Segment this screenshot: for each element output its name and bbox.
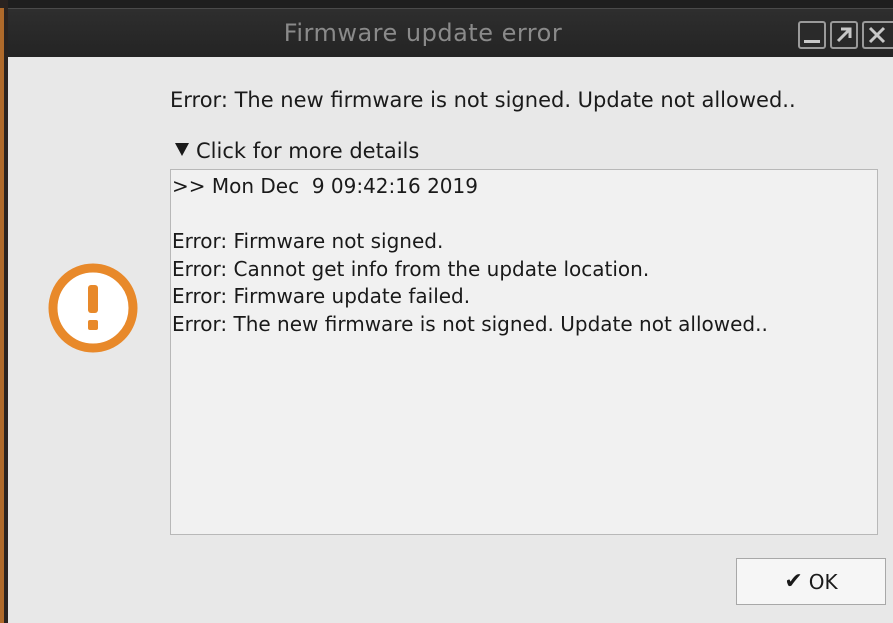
details-line bbox=[172, 201, 877, 229]
minimize-icon bbox=[804, 40, 820, 43]
details-toggle[interactable]: Click for more details bbox=[175, 139, 419, 163]
check-icon: ✔ bbox=[784, 569, 803, 594]
ok-button[interactable]: ✔ OK bbox=[736, 558, 886, 605]
ok-button-label: OK bbox=[808, 569, 838, 594]
details-line: Error: The new firmware is not signed. U… bbox=[172, 311, 768, 336]
title-bar[interactable]: Firmware update error bbox=[8, 8, 893, 57]
triangle-down-icon bbox=[175, 143, 189, 156]
details-toggle-label: Click for more details bbox=[196, 139, 420, 163]
details-line: Error: Firmware update failed. bbox=[172, 284, 471, 308]
details-line: Error: Cannot get info from the update l… bbox=[172, 256, 650, 281]
close-icon bbox=[868, 26, 886, 44]
warning-icon bbox=[48, 263, 138, 353]
window-title: Firmware update error bbox=[283, 19, 563, 47]
close-button[interactable] bbox=[862, 21, 893, 49]
error-message: Error: The new firmware is not signed. U… bbox=[170, 88, 796, 112]
details-line: >> Mon Dec 9 09:42:16 2019 bbox=[172, 174, 478, 198]
minimize-button[interactable] bbox=[798, 21, 826, 49]
details-text-area[interactable]: >> Mon Dec 9 09:42:16 2019 Error: Firmwa… bbox=[170, 169, 878, 535]
details-line: Error: Firmware not signed. bbox=[172, 229, 444, 253]
maximize-icon bbox=[836, 27, 852, 43]
firmware-error-window: Firmware update error Error: The new fir… bbox=[0, 0, 893, 623]
maximize-button[interactable] bbox=[830, 21, 858, 49]
